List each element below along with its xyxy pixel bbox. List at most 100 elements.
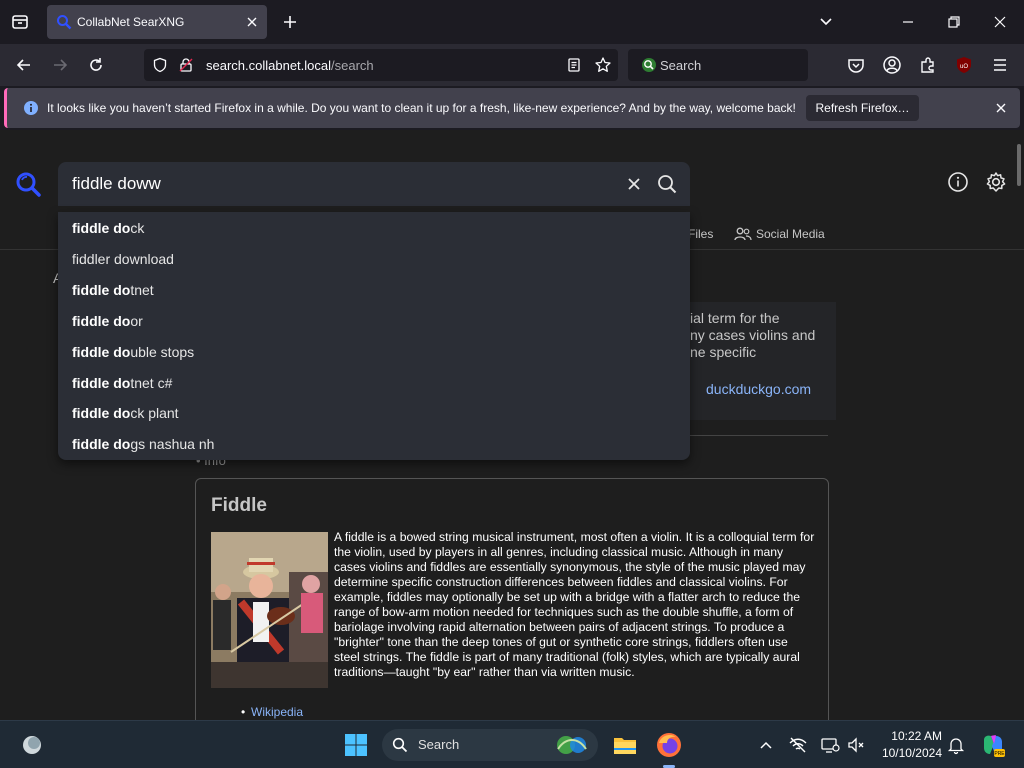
forward-arrow-icon[interactable] [50,55,70,75]
search-icon[interactable] [656,173,678,195]
wikipedia-link[interactable]: Wikipedia [251,705,303,719]
answer-line: ny cases violins and [690,327,816,343]
nav-bar: search.collabnet.local/search Search uO [0,44,1024,86]
autocomplete-item[interactable]: fiddle double stops [72,344,194,360]
tab-title: CollabNet SearXNG [77,15,185,29]
tab-bar: CollabNet SearXNG [0,0,1024,44]
url-text[interactable]: search.collabnet.local/search [206,58,374,73]
hamburger-menu-icon[interactable] [990,55,1010,75]
network-disconnected-icon[interactable] [788,735,808,755]
category-tab-files[interactable]: Files [688,227,713,241]
suggestion-rest: ck [130,220,145,236]
suggestion-rest: ck plant [130,405,179,421]
notification-text: It looks like you haven’t started Firefo… [47,101,796,115]
back-arrow-icon[interactable] [14,55,34,75]
suggestion-rest: uble stops [130,344,195,360]
autocomplete-item[interactable]: fiddle dotnet c# [72,375,172,391]
windows-start-icon[interactable] [344,733,368,757]
taskbar-search[interactable]: Search [382,729,598,761]
search-box [58,162,690,206]
autocomplete-item[interactable]: fiddle door [72,313,143,329]
suggestion-rest: gs nashua nh [130,436,215,452]
file-explorer-icon[interactable] [612,732,638,758]
suggestion-match: fiddle do [72,220,131,236]
category-tab-social-media[interactable]: Social Media [734,227,825,241]
autocomplete-item[interactable]: fiddle dogs nashua nh [72,436,214,452]
account-icon[interactable] [882,55,902,75]
answer-line: ial term for the [690,310,780,326]
new-tab-icon[interactable] [280,12,300,32]
chevron-down-icon[interactable] [816,12,836,32]
searxng-logo-icon[interactable] [14,170,42,198]
suggestion-match: fiddle do [72,282,131,298]
autocomplete-item[interactable]: fiddle dock [72,220,144,236]
suggestion-match: fiddle do [72,436,131,452]
infobox-image[interactable] [211,532,328,688]
clock-date[interactable]: 10/10/2024 [876,746,942,760]
search-highlight-icon [552,733,592,757]
reader-view-icon[interactable] [566,57,582,73]
firefox-icon[interactable] [655,731,683,759]
autocomplete-item[interactable]: fiddle dock plant [72,405,179,421]
info-icon[interactable] [947,171,969,193]
suggestion-match: fiddle do [72,375,131,391]
answer-source-link[interactable]: duckduckgo.com [706,381,811,397]
svg-text:uO: uO [960,64,968,70]
ublock-origin-icon[interactable]: uO [954,55,974,75]
copilot-icon[interactable]: PRE [980,732,1006,758]
autocomplete-item[interactable]: fiddle dotnet [72,282,154,298]
answer-snippet: ial term for the ny cases violins and ne… [690,310,830,361]
extensions-icon[interactable] [918,55,938,75]
refresh-firefox-notification: It looks like you haven’t started Firefo… [4,88,1020,128]
reload-icon[interactable] [86,55,106,75]
web-search-box[interactable]: Search [628,49,808,81]
people-icon [734,227,752,241]
search-engine-icon [640,56,658,74]
suggestion-rest: tnet [130,282,154,298]
tab-list-icon[interactable] [8,10,32,34]
minimize-icon[interactable] [898,12,918,32]
infobox-title: Fiddle [211,495,267,516]
gear-icon[interactable] [985,171,1007,193]
shield-icon[interactable] [152,57,168,73]
refresh-firefox-button[interactable]: Refresh Firefox… [806,95,919,121]
page-scrollbar[interactable] [1017,144,1021,186]
bookmark-star-icon[interactable] [594,56,612,74]
suggestion-match: fiddle do [72,313,131,329]
searxng-page: Files Social Media A ial term for the ny… [0,130,1024,720]
divider [690,435,828,436]
suggestion-rest: or [130,313,143,329]
svg-text:PRE: PRE [994,751,1005,757]
close-icon[interactable] [990,12,1010,32]
chevron-up-icon[interactable] [756,735,776,755]
taskbar-search-label: Search [418,737,460,752]
infobox-content: A fiddle is a bowed string musical instr… [334,530,815,679]
close-icon[interactable] [993,100,1009,116]
autocomplete-item[interactable]: fiddler download [72,251,174,267]
speaker-muted-icon[interactable] [846,735,866,755]
category-tab-label: Social Media [756,227,825,241]
url-host: search.collabnet.local [206,58,332,73]
weather-widget-icon[interactable] [20,733,44,757]
list-bullet: • [241,705,246,719]
lock-icon[interactable] [178,57,194,73]
search-icon [392,737,408,753]
pocket-icon[interactable] [846,55,866,75]
url-path: /search [331,58,374,73]
web-search-placeholder: Search [660,58,702,73]
infobox: Fiddle A fiddle is a bowed string musica… [195,478,829,720]
tab-active[interactable]: CollabNet SearXNG [47,5,267,39]
search-input[interactable] [72,174,612,194]
notification-bell-icon[interactable] [946,735,966,755]
url-bar[interactable]: search.collabnet.local/search [144,49,618,81]
taskbar: Search 10:22 AM 10/10/2024 PRE [0,720,1024,768]
restore-icon[interactable] [944,12,964,32]
autocomplete-dropdown: fiddle dock fiddler download fiddle dotn… [58,212,690,460]
display-icon[interactable] [820,735,840,755]
answer-line: ne specific [690,344,757,360]
tab-close-icon[interactable] [243,13,261,31]
clock-time[interactable]: 10:22 AM [880,729,942,743]
suggestion-match: fiddle do [72,405,131,421]
clear-icon[interactable] [624,174,644,194]
info-icon [23,100,39,116]
